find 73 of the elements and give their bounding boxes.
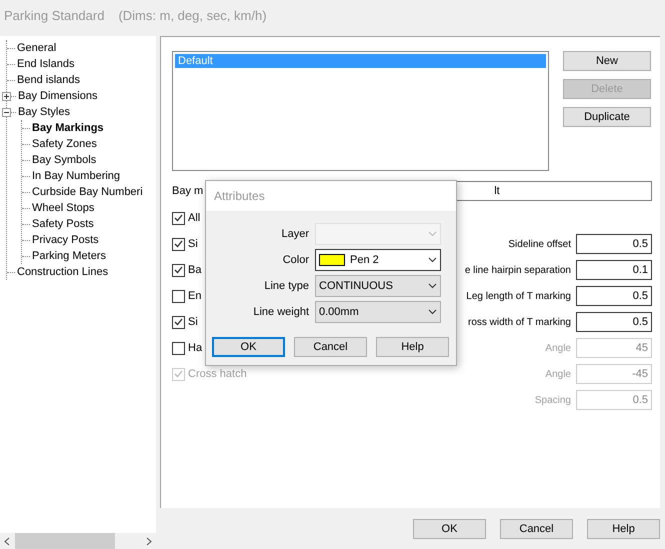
list-button[interactable]: New <box>563 51 651 71</box>
chevron-down-icon <box>428 257 437 263</box>
dialog-button[interactable]: OK <box>413 518 486 538</box>
tree-item[interactable]: Bay Styles <box>18 106 70 118</box>
dropdown[interactable]: 0.00mm <box>315 301 441 323</box>
dialog-button[interactable]: Help <box>376 337 449 357</box>
tree-item[interactable]: Parking Meters <box>32 250 106 262</box>
chevron-down-icon <box>428 231 437 237</box>
value-field[interactable]: 0.1 <box>576 260 652 280</box>
field-label: Angle <box>545 368 571 380</box>
window-title: Parking Standard <box>4 8 104 23</box>
checkbox[interactable] <box>172 264 185 276</box>
window-subtitle: (Dims: m, deg, sec, km/h) <box>118 8 267 23</box>
dropdown[interactable]: CONTINUOUS <box>315 275 441 297</box>
check-icon <box>174 240 183 248</box>
check-icon <box>174 266 183 274</box>
checkbox[interactable] <box>172 238 185 250</box>
value-field[interactable]: 0.5 <box>576 312 652 332</box>
tree-item[interactable]: Bay Symbols <box>32 154 96 166</box>
horizontal-scrollbar[interactable] <box>0 533 156 549</box>
chevron-down-icon <box>428 309 437 315</box>
dialog-button[interactable]: Cancel <box>500 518 573 538</box>
tree-item[interactable]: In Bay Numbering <box>32 170 120 182</box>
check-icon <box>174 318 183 326</box>
dialog-button[interactable]: Help <box>587 518 660 538</box>
field-label: Spacing <box>534 394 571 406</box>
tree-item[interactable]: End Islands <box>17 58 74 70</box>
tree-item[interactable]: General <box>17 42 56 54</box>
checkbox-label: Ha <box>188 342 202 354</box>
field-label: Line type <box>263 280 310 292</box>
checkbox-label: Si <box>188 316 198 328</box>
dialog-button[interactable]: OK <box>212 337 285 357</box>
expand-icon[interactable] <box>2 92 11 100</box>
checkbox[interactable] <box>172 290 185 302</box>
scroll-left-icon[interactable] <box>4 536 10 546</box>
dialog-title: Attributes <box>214 189 265 203</box>
dropdown[interactable]: Pen 2 <box>315 249 441 271</box>
chevron-down-icon <box>428 283 437 289</box>
dialog-button[interactable]: Cancel <box>294 337 367 357</box>
checkbox[interactable] <box>172 316 185 328</box>
tree-item[interactable]: Wheel Stops <box>32 202 94 214</box>
checkbox-label: Ba <box>188 264 202 276</box>
field-label: Color <box>282 254 310 266</box>
tree-item[interactable]: Curbside Bay Numberi <box>32 186 143 198</box>
scrollbar-thumb[interactable] <box>15 533 115 549</box>
tree-item[interactable]: Safety Zones <box>32 138 97 150</box>
checkbox-label: Cross hatch <box>188 368 247 380</box>
field-label: Line weight <box>252 306 310 318</box>
collapse-icon[interactable] <box>2 108 11 116</box>
tree-item[interactable]: Bay Dimensions <box>18 90 98 102</box>
checkbox[interactable] <box>172 212 185 224</box>
field-label: ross width of T marking <box>468 316 571 328</box>
checkbox-label: En <box>188 290 202 302</box>
field-label: Leg length of T marking <box>466 290 571 302</box>
check-icon <box>174 214 183 222</box>
name-label: Bay m <box>172 185 204 197</box>
tree-item[interactable]: Construction Lines <box>17 266 108 278</box>
field-label: Layer <box>280 228 310 240</box>
value-field[interactable]: 0.5 <box>576 286 652 306</box>
scroll-right-icon[interactable] <box>146 536 152 546</box>
list-button[interactable]: Duplicate <box>563 107 651 127</box>
tree-item[interactable]: Bend islands <box>17 74 80 86</box>
field-label: Sideline offset <box>508 238 571 250</box>
field-label: e line hairpin separation <box>464 264 571 276</box>
field-label: Angle <box>545 342 571 354</box>
tree-item[interactable]: Bay Markings <box>32 122 104 134</box>
checkbox[interactable] <box>172 342 185 354</box>
check-icon <box>174 370 183 378</box>
tree-item[interactable]: Safety Posts <box>32 218 94 230</box>
checkbox-label: All <box>188 212 200 224</box>
tree-item[interactable]: Privacy Posts <box>32 234 99 246</box>
checkbox-label: Si <box>188 238 198 250</box>
value-field[interactable]: 0.5 <box>576 234 652 254</box>
